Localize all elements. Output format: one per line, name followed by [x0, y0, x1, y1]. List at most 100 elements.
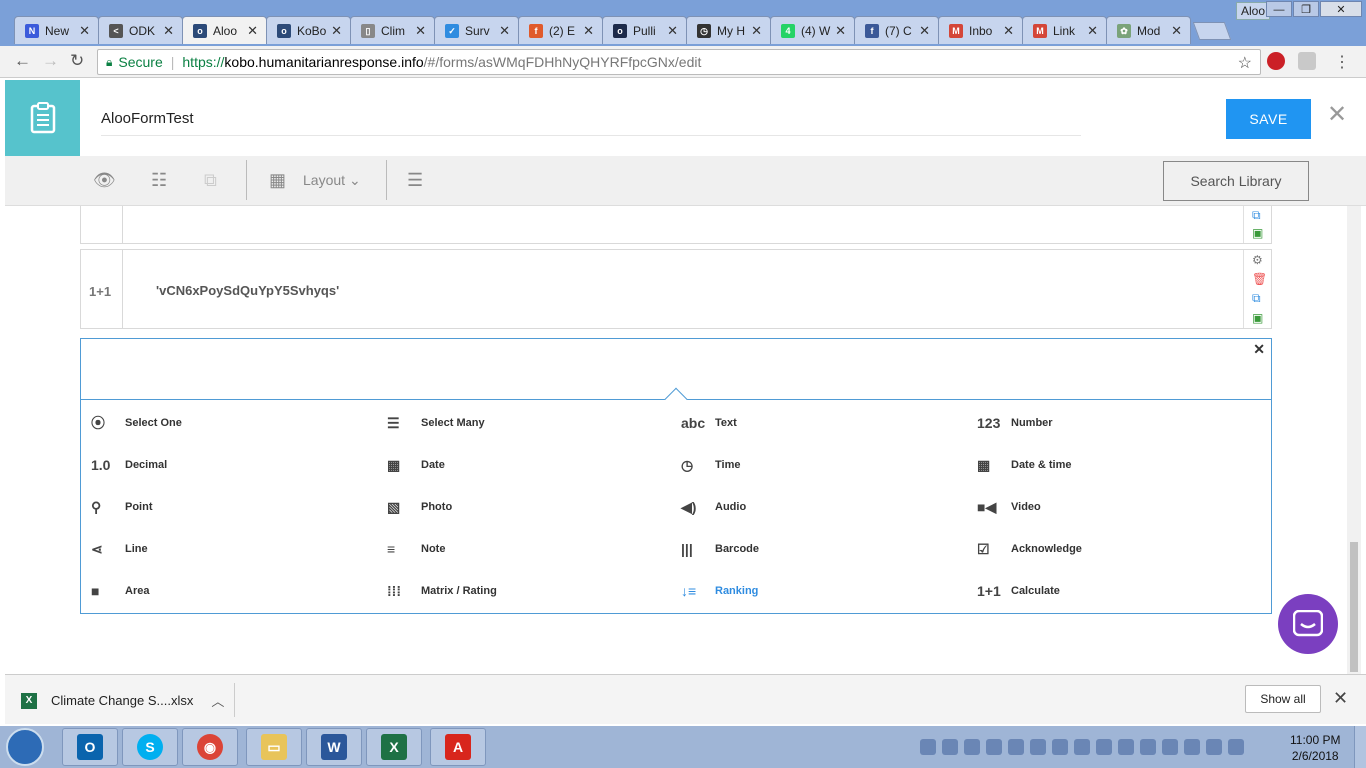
dropbox-icon[interactable] — [1298, 52, 1316, 70]
browser-tab[interactable]: M Inbo ✕ — [938, 16, 1023, 44]
browser-tab[interactable]: o Pulli ✕ — [602, 16, 687, 44]
browser-tab[interactable]: ✿ Mod ✕ — [1106, 16, 1191, 44]
question-type-matrix-rating[interactable]: ⁞⁞⁞ Matrix / Rating — [387, 581, 497, 601]
outlook-app[interactable]: O — [62, 728, 118, 766]
restore-button[interactable]: ❐ — [1293, 1, 1319, 17]
tab-close-icon[interactable]: ✕ — [331, 23, 342, 39]
form-logo[interactable] — [5, 80, 80, 156]
browser-tab[interactable]: o Aloo ✕ — [182, 16, 267, 44]
tab-close-icon[interactable]: ✕ — [1171, 23, 1182, 39]
duplicate-icon[interactable]: ⧉ — [1252, 208, 1261, 223]
browser-tab[interactable]: f (2) E ✕ — [518, 16, 603, 44]
question-label[interactable]: 'vCN6xPoySdQuYpY5Svhyqs' — [156, 283, 339, 298]
acrobat-app[interactable]: A — [430, 728, 486, 766]
browser-tab[interactable]: 4 (4) W ✕ — [770, 16, 855, 44]
browser-tab[interactable]: o KoBo ✕ — [266, 16, 351, 44]
browser-tab[interactable]: ✓ Surv ✕ — [434, 16, 519, 44]
preview-eye-icon[interactable]: 👁︎ — [93, 170, 116, 191]
bookmark-star-icon[interactable]: ☆ — [1238, 53, 1252, 73]
add-to-library-icon[interactable]: ▣ — [1252, 226, 1263, 240]
picker-close-icon[interactable]: ✕ — [1253, 341, 1265, 358]
question-type-ranking[interactable]: ↓≡ Ranking — [681, 581, 758, 601]
question-type-date[interactable]: ▦ Date — [387, 455, 445, 475]
downloads-close-icon[interactable]: ✕ — [1333, 688, 1348, 709]
question-type-barcode[interactable]: ||| Barcode — [681, 539, 759, 559]
layout-dropdown[interactable]: Layout ⌄ — [303, 172, 361, 189]
tab-close-icon[interactable]: ✕ — [583, 23, 594, 39]
browser-tab[interactable]: N New ✕ — [14, 16, 99, 44]
page-scrollbar[interactable] — [1347, 206, 1361, 674]
minimize-button[interactable]: — — [1266, 1, 1292, 17]
explorer-app[interactable]: ▭ — [246, 728, 302, 766]
trash-icon[interactable]: 🗑︎ — [1252, 272, 1267, 286]
question-type-video[interactable]: ■◀ Video — [977, 497, 1041, 517]
browser-tab[interactable]: ◷ My H ✕ — [686, 16, 771, 44]
address-bar[interactable]: 🔒︎ Secure | https://kobo.humanitarianres… — [97, 49, 1261, 75]
question-type-number[interactable]: 123 Number — [977, 413, 1053, 433]
question-type-note[interactable]: ≡ Note — [387, 539, 445, 559]
chrome-app[interactable]: ◉ — [182, 728, 238, 766]
add-to-library-icon[interactable]: ▣ — [1252, 311, 1263, 325]
chat-support-button[interactable] — [1278, 594, 1338, 654]
new-tab-button[interactable] — [1192, 22, 1232, 40]
tray-icon[interactable] — [1118, 739, 1134, 755]
tray-icon[interactable] — [1184, 739, 1200, 755]
start-button[interactable] — [6, 728, 44, 766]
tab-close-icon[interactable]: ✕ — [1003, 23, 1014, 39]
tray-icon[interactable] — [1140, 739, 1156, 755]
browser-menu-icon[interactable]: ⋮ — [1334, 52, 1350, 72]
group-icon[interactable]: ⧉ — [204, 170, 217, 191]
tab-close-icon[interactable]: ✕ — [1087, 23, 1098, 39]
question-type-calculate[interactable]: 1+1 Calculate — [977, 581, 1060, 601]
tray-icon[interactable] — [986, 739, 1002, 755]
question-type-photo[interactable]: ▧ Photo — [387, 497, 452, 517]
question-row[interactable]: 1+1 'vCN6xPoySdQuYpY5Svhyqs' ⚙ 🗑︎ ⧉ ▣ — [80, 249, 1272, 329]
tab-close-icon[interactable]: ✕ — [835, 23, 846, 39]
chevron-up-icon[interactable]: ︿ — [211, 691, 224, 710]
close-icon[interactable]: ✕ — [1327, 100, 1347, 129]
search-library-button[interactable]: Search Library — [1163, 161, 1309, 201]
browser-tab[interactable]: M Link ✕ — [1022, 16, 1107, 44]
tray-icon[interactable] — [1096, 739, 1112, 755]
forward-icon[interactable]: → — [42, 51, 59, 71]
tab-close-icon[interactable]: ✕ — [415, 23, 426, 39]
back-icon[interactable]: ← — [14, 51, 31, 71]
tab-close-icon[interactable]: ✕ — [919, 23, 930, 39]
tray-icon[interactable] — [920, 739, 936, 755]
question-type-audio[interactable]: ◀) Audio — [681, 497, 746, 517]
question-type-area[interactable]: ■ Area — [91, 581, 149, 601]
word-app[interactable]: W — [306, 728, 362, 766]
show-desktop-button[interactable] — [1354, 726, 1366, 768]
save-button[interactable]: SAVE — [1226, 99, 1311, 139]
question-type-date-time[interactable]: ▦ Date & time — [977, 455, 1072, 475]
gear-icon[interactable]: ⚙ — [1252, 253, 1263, 267]
question-type-text[interactable]: abc Text — [681, 413, 737, 433]
tray-icon[interactable] — [1206, 739, 1222, 755]
tray-icon[interactable] — [1030, 739, 1046, 755]
tray-icon[interactable] — [942, 739, 958, 755]
download-item[interactable]: X Climate Change S....xlsx ︿ — [21, 691, 224, 710]
question-type-acknowledge[interactable]: ☑ Acknowledge — [977, 539, 1082, 559]
profile-name[interactable]: Aloo — [1235, 2, 1270, 20]
browser-tab[interactable]: f (7) C ✕ — [854, 16, 939, 44]
tab-close-icon[interactable]: ✕ — [163, 23, 174, 39]
window-close-button[interactable]: ✕ — [1320, 1, 1362, 17]
tray-icon[interactable] — [1074, 739, 1090, 755]
question-type-select-many[interactable]: ☰ Select Many — [387, 413, 485, 433]
skype-app[interactable]: S — [122, 728, 178, 766]
duplicate-icon[interactable]: ⧉ — [1252, 291, 1261, 306]
question-row[interactable]: ⧉ ▣ — [80, 206, 1272, 244]
tab-close-icon[interactable]: ✕ — [499, 23, 510, 39]
tray-icon[interactable] — [1008, 739, 1024, 755]
scrollbar-thumb[interactable] — [1350, 542, 1358, 672]
question-type-select-one[interactable]: ⦿ Select One — [91, 413, 182, 433]
show-all-button[interactable]: Show all — [1245, 685, 1321, 713]
browser-tab[interactable]: < ODK ✕ — [98, 16, 183, 44]
tray-icon[interactable] — [1052, 739, 1068, 755]
tab-close-icon[interactable]: ✕ — [247, 23, 258, 39]
browser-tab[interactable]: ▯ Clim ✕ — [350, 16, 435, 44]
question-type-point[interactable]: ⚲ Point — [91, 497, 153, 517]
question-type-line[interactable]: ⋖ Line — [91, 539, 148, 559]
tray-icon[interactable] — [964, 739, 980, 755]
form-title-input[interactable]: AlooFormTest — [101, 110, 1081, 136]
